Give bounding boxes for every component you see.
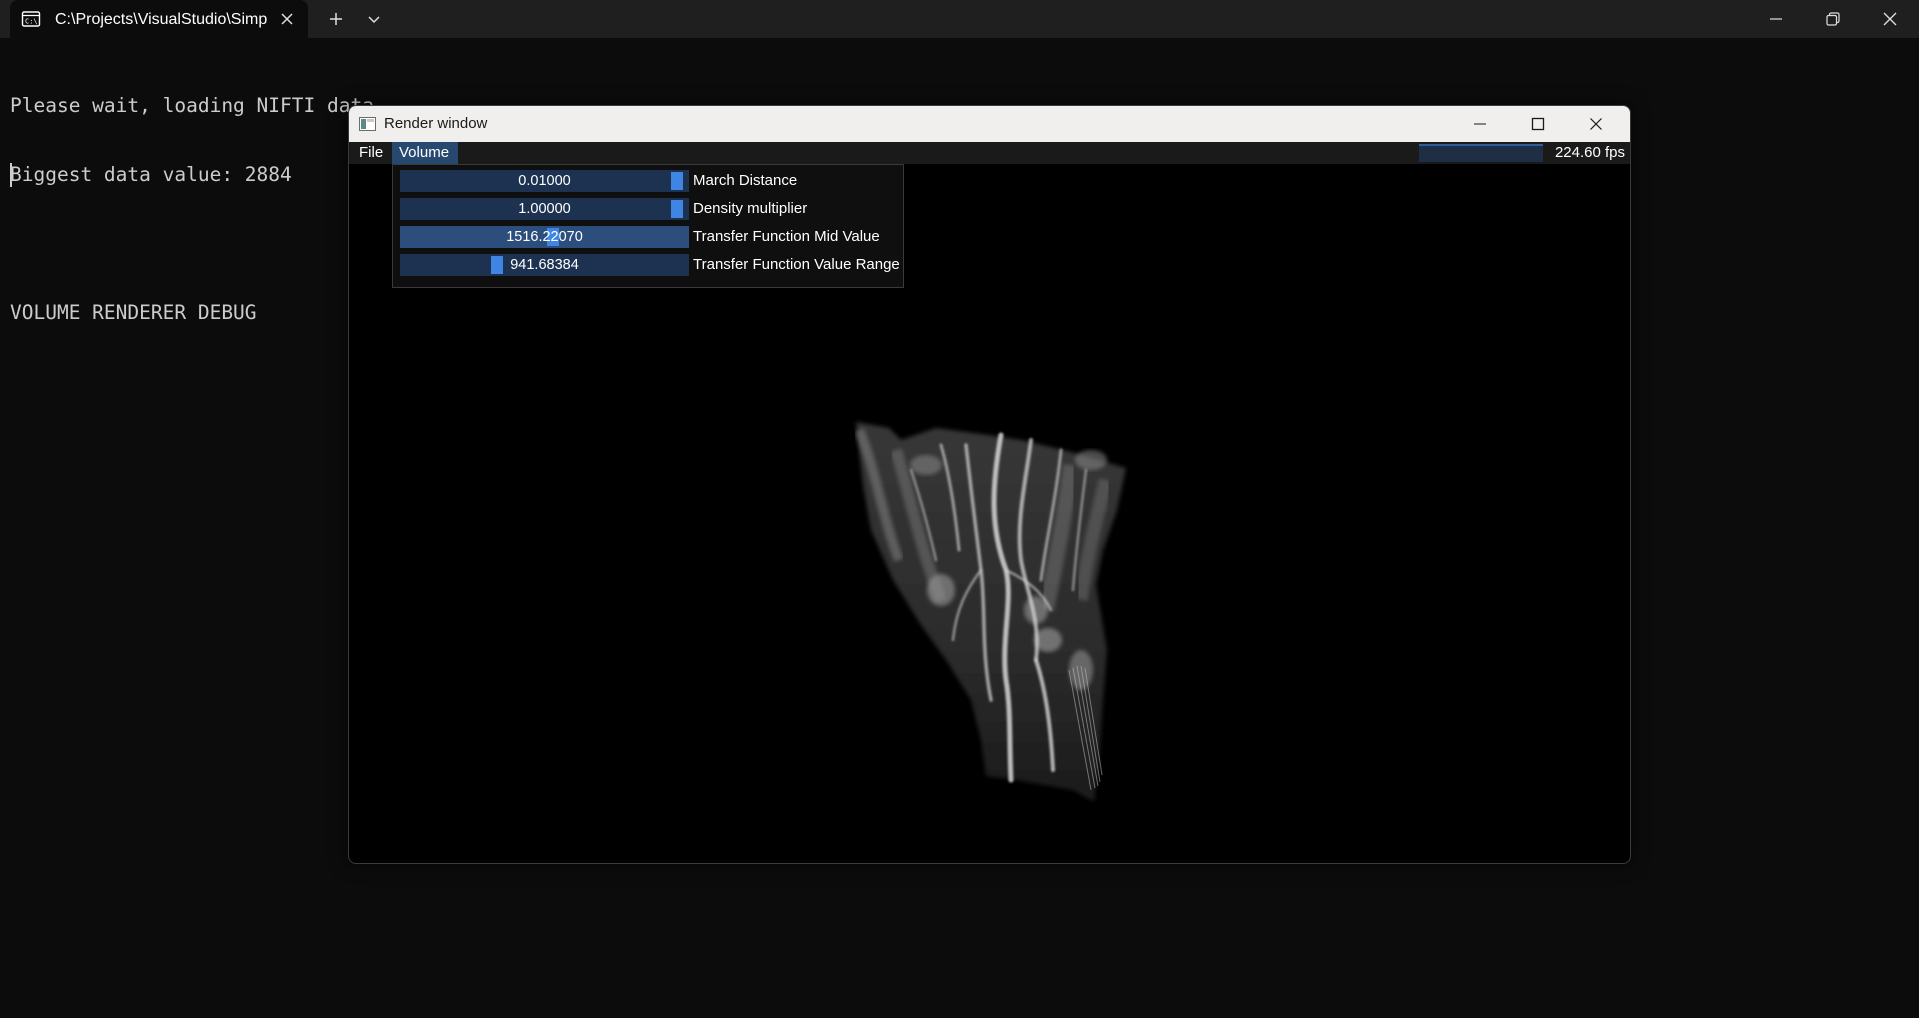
fps-graph — [1419, 144, 1543, 162]
terminal-tab[interactable]: C:\ C:\Projects\VisualStudio\Simp — [10, 0, 308, 38]
close-icon[interactable] — [276, 8, 298, 30]
minimize-icon[interactable] — [1747, 0, 1805, 38]
maximize-icon[interactable] — [1510, 106, 1568, 142]
menu-bar: File Volume 224.60 fps — [349, 142, 1630, 164]
text-cursor — [10, 163, 12, 187]
terminal-icon: C:\ — [21, 9, 41, 29]
tab-title: C:\Projects\VisualStudio\Simp — [55, 11, 268, 28]
slider-label: Transfer Function Value Range — [693, 256, 900, 273]
terminal-tab-bar: C:\ C:\Projects\VisualStudio\Simp — [0, 0, 1919, 38]
slider-label: Density multiplier — [693, 200, 808, 217]
control-row: 1516.22070 Transfer Function Mid Value — [400, 226, 900, 248]
svg-text:C:\: C:\ — [25, 18, 38, 26]
density-multiplier-slider[interactable]: 1.00000 — [400, 198, 689, 220]
window-app-icon — [359, 117, 376, 131]
restore-icon[interactable] — [1804, 0, 1862, 38]
volume-menu-panel: 0.01000 March Distance 1.00000 Density m… — [392, 164, 904, 288]
slider-value: 941.68384 — [510, 257, 579, 273]
control-row: 941.68384 Transfer Function Value Range — [400, 254, 900, 276]
render-window: Render window File Volume 224.60 fps 0.0… — [348, 105, 1631, 864]
slider-value: 1516.22070 — [506, 229, 583, 245]
march-distance-slider[interactable]: 0.01000 — [400, 170, 689, 192]
slider-label: March Distance — [693, 172, 798, 189]
fps-readout: 224.60 fps — [1554, 144, 1625, 161]
transfer-mid-value-slider[interactable]: 1516.22070 — [400, 226, 689, 248]
slider-label: Transfer Function Mid Value — [693, 228, 880, 245]
close-icon[interactable] — [1861, 0, 1919, 38]
menu-file[interactable]: File — [352, 142, 396, 164]
render-window-title: Render window — [384, 115, 488, 132]
plus-icon[interactable] — [322, 8, 350, 30]
render-window-titlebar[interactable]: Render window — [349, 106, 1630, 142]
slider-value: 1.00000 — [518, 201, 571, 217]
menu-volume[interactable]: Volume — [392, 142, 458, 164]
transfer-value-range-slider[interactable]: 941.68384 — [400, 254, 689, 276]
close-icon[interactable] — [1568, 106, 1626, 142]
chevron-down-icon[interactable] — [362, 8, 386, 30]
minimize-icon[interactable] — [1452, 106, 1510, 142]
control-row: 1.00000 Density multiplier — [400, 198, 900, 220]
slider-value: 0.01000 — [518, 173, 571, 189]
control-row: 0.01000 March Distance — [400, 170, 900, 192]
volume-render — [854, 422, 1126, 802]
